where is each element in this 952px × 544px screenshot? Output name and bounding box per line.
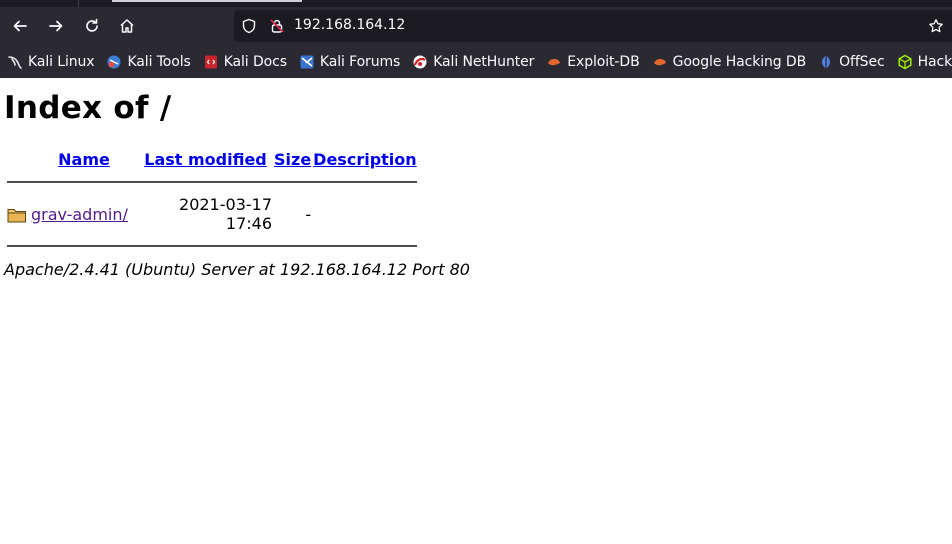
- bookmark-label: Exploit-DB: [567, 53, 640, 70]
- reload-icon: [86, 18, 98, 32]
- sort-by-name-link[interactable]: Name: [58, 150, 110, 169]
- sort-by-size-link[interactable]: Size: [274, 150, 311, 169]
- url-text[interactable]: 192.168.164.12: [294, 17, 405, 33]
- insecure-lock-icon[interactable]: [269, 18, 285, 34]
- forward-arrow-icon: [49, 20, 63, 32]
- sort-by-description-link[interactable]: Description: [313, 150, 416, 169]
- bookmark-hack-the-box[interactable]: Hack The B: [897, 54, 952, 70]
- sort-by-last-modified-link[interactable]: Last modified: [144, 150, 267, 169]
- bookmark-kali-docs[interactable]: Kali Docs: [203, 54, 287, 70]
- browser-chrome: 192.168.164.12 Kali Linux Kali Tools Kal…: [0, 0, 952, 78]
- separator-row: [7, 172, 417, 192]
- folder-icon: [7, 209, 26, 223]
- bookmark-exploit-db[interactable]: Exploit-DB: [546, 53, 640, 70]
- active-tab[interactable]: [112, 0, 302, 2]
- bookmark-label: Kali Forums: [319, 53, 401, 70]
- description-cell: [313, 194, 416, 234]
- bookmark-label: Kali NetHunter: [433, 53, 535, 70]
- bookmark-offsec[interactable]: OffSec: [818, 53, 885, 70]
- bookmarks-toolbar: Kali Linux Kali Tools Kali Docs Kali For…: [0, 45, 952, 78]
- ghdb-icon: [652, 54, 668, 70]
- icon-column-header: [7, 149, 29, 170]
- home-icon: [120, 19, 134, 33]
- address-bar[interactable]: 192.168.164.12: [234, 10, 952, 42]
- divider: [7, 181, 417, 183]
- directory-listing: Name Last modified Size Description grav…: [5, 147, 419, 258]
- bookmark-label: Kali Tools: [127, 53, 191, 70]
- navigation-toolbar: 192.168.164.12: [0, 7, 952, 45]
- bookmark-kali-nethunter[interactable]: Kali NetHunter: [412, 54, 534, 70]
- bookmark-google-hacking-db[interactable]: Google Hacking DB: [652, 53, 807, 70]
- hackthebox-icon: [897, 54, 913, 70]
- size-cell: -: [305, 204, 312, 224]
- bookmark-label: Kali Docs: [223, 53, 287, 70]
- forward-button[interactable]: [44, 14, 68, 38]
- bookmark-label: Kali Linux: [28, 53, 95, 70]
- tab-separator: [78, 0, 79, 7]
- bookmark-kali-linux[interactable]: Kali Linux: [7, 53, 95, 70]
- offsec-icon: [818, 54, 834, 70]
- bookmark-star-icon[interactable]: [928, 18, 944, 34]
- kali-forums-icon: [299, 54, 315, 70]
- kali-docs-icon: [203, 54, 219, 70]
- page-content: Index of / Name Last modified Size Descr…: [0, 90, 952, 279]
- nethunter-icon: [412, 54, 428, 70]
- kali-dragon-icon: [7, 54, 23, 70]
- shield-icon[interactable]: [241, 18, 257, 34]
- server-signature: Apache/2.4.41 (Ubuntu) Server at 192.168…: [4, 260, 470, 279]
- reload-button[interactable]: [80, 14, 104, 38]
- bookmark-label: OffSec: [839, 53, 885, 70]
- page-title: Index of /: [4, 90, 172, 126]
- table-row: grav-admin/ 2021-03-17 17:46 -: [7, 194, 417, 234]
- divider: [7, 245, 417, 247]
- row-icon-cell: [7, 194, 29, 234]
- exploit-db-icon: [546, 54, 562, 70]
- separator-row: [7, 236, 417, 256]
- directory-link[interactable]: grav-admin/: [31, 205, 128, 224]
- tab-strip: [0, 0, 952, 7]
- bookmark-label: Google Hacking DB: [672, 53, 807, 70]
- listing-header-row: Name Last modified Size Description: [7, 149, 417, 170]
- kali-tools-icon: [106, 54, 122, 70]
- last-modified-cell: 2021-03-17 17:46: [179, 195, 272, 233]
- bookmark-label: Hack The B: [917, 53, 952, 70]
- bookmark-kali-forums[interactable]: Kali Forums: [299, 54, 400, 70]
- back-arrow-icon: [13, 20, 27, 32]
- bookmark-kali-tools[interactable]: Kali Tools: [106, 53, 191, 70]
- home-button[interactable]: [115, 14, 139, 38]
- back-button[interactable]: [8, 14, 32, 38]
